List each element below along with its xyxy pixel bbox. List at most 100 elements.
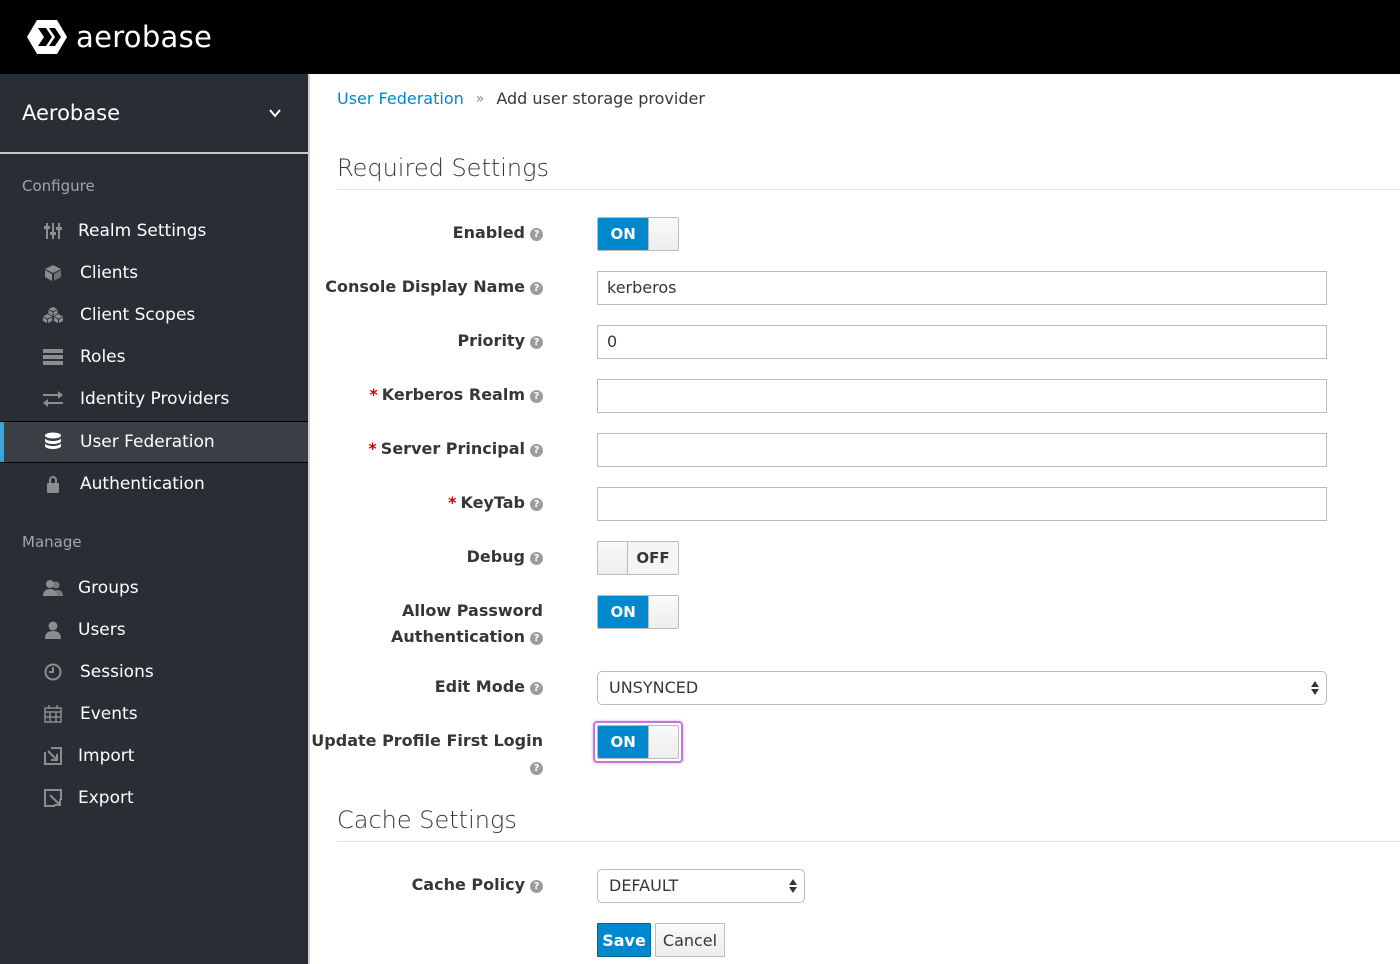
sidebar-item-label: Events xyxy=(80,704,138,724)
help-icon[interactable]: ? xyxy=(530,762,543,775)
sidebar-item-authentication[interactable]: Authentication xyxy=(0,464,308,504)
edit-mode-label: Edit Mode? xyxy=(435,674,543,700)
cubes-icon xyxy=(43,305,63,325)
server-principal-label: * Server Principal? xyxy=(368,436,543,462)
update-profile-first-login-label: Update Profile First Login? xyxy=(311,731,543,775)
realm-selector[interactable]: Aerobase xyxy=(0,74,308,154)
toggle-on-label: ON xyxy=(598,596,649,628)
sidebar-item-clients[interactable]: Clients xyxy=(0,253,308,293)
sidebar-item-roles[interactable]: Roles xyxy=(0,337,308,377)
chevron-down-icon xyxy=(269,109,281,118)
aerobase-logo-icon xyxy=(27,20,67,54)
main-content: User Federation » Add user storage provi… xyxy=(308,74,1400,964)
sidebar-item-label: Realm Settings xyxy=(78,221,207,241)
sidebar-item-export[interactable]: Export xyxy=(0,778,308,818)
sidebar-item-label: Client Scopes xyxy=(80,305,196,325)
sidebar-item-label: Authentication xyxy=(80,474,205,494)
cache-policy-label: Cache Policy? xyxy=(412,872,543,898)
sidebar-item-client-scopes[interactable]: Client Scopes xyxy=(0,295,308,335)
clock-icon xyxy=(43,662,63,682)
required-marker: * xyxy=(448,493,457,512)
sidebar-item-events[interactable]: Events xyxy=(0,694,308,734)
save-button[interactable]: Save xyxy=(597,923,651,957)
lock-icon xyxy=(43,474,63,494)
help-icon[interactable]: ? xyxy=(530,336,543,349)
sidebar-item-label: Export xyxy=(78,788,134,808)
sidebar-item-label: User Federation xyxy=(80,432,215,452)
list-icon xyxy=(43,347,63,367)
select-arrows-icon xyxy=(789,879,797,893)
toggle-knob xyxy=(648,596,678,628)
sidebar-item-import[interactable]: Import xyxy=(0,736,308,776)
configure-section-label: Configure xyxy=(22,177,95,195)
brand-logo[interactable]: aerobase xyxy=(26,18,212,56)
priority-input[interactable]: 0 xyxy=(597,325,1327,359)
help-icon[interactable]: ? xyxy=(530,880,543,893)
help-icon[interactable]: ? xyxy=(530,682,543,695)
toggle-knob xyxy=(598,542,628,574)
update-profile-first-login-toggle[interactable]: ON xyxy=(597,725,679,759)
realm-name: Aerobase xyxy=(22,101,120,125)
debug-toggle[interactable]: OFF xyxy=(597,541,679,575)
cache-policy-value: DEFAULT xyxy=(609,876,679,895)
server-principal-input[interactable] xyxy=(597,433,1327,467)
edit-mode-value: UNSYNCED xyxy=(609,678,699,697)
help-icon[interactable]: ? xyxy=(530,552,543,565)
sidebar-item-identity-providers[interactable]: Identity Providers xyxy=(0,379,308,419)
help-icon[interactable]: ? xyxy=(530,444,543,457)
sidebar-item-groups[interactable]: Groups xyxy=(0,568,308,608)
kerberos-realm-input[interactable] xyxy=(597,379,1327,413)
help-icon[interactable]: ? xyxy=(530,228,543,241)
sidebar-item-label: Import xyxy=(78,746,135,766)
sidebar-item-label: Groups xyxy=(78,578,139,598)
import-icon xyxy=(43,746,63,766)
sidebar: Aerobase Configure Realm Settings Client… xyxy=(0,74,308,964)
cancel-button[interactable]: Cancel xyxy=(655,923,725,957)
kerberos-realm-label: * Kerberos Realm? xyxy=(369,382,543,408)
allow-password-auth-toggle[interactable]: ON xyxy=(597,595,679,629)
keytab-input[interactable] xyxy=(597,487,1327,521)
help-icon[interactable]: ? xyxy=(530,498,543,511)
enabled-toggle[interactable]: ON xyxy=(597,217,679,251)
cache-settings-title: Cache Settings xyxy=(337,806,517,834)
keytab-label: * KeyTab? xyxy=(448,490,543,516)
breadcrumb-user-federation-link[interactable]: User Federation xyxy=(337,89,464,108)
section-divider xyxy=(337,841,1400,842)
sidebar-item-sessions[interactable]: Sessions xyxy=(0,652,308,692)
section-divider xyxy=(337,189,1400,190)
sidebar-item-user-federation[interactable]: User Federation xyxy=(0,421,308,463)
allow-password-auth-label: Allow Password Authentication? xyxy=(391,601,543,646)
toggle-on-label: ON xyxy=(598,726,649,758)
sidebar-item-label: Sessions xyxy=(80,662,154,682)
toggle-knob xyxy=(648,726,678,758)
sidebar-item-realm-settings[interactable]: Realm Settings xyxy=(0,211,308,251)
cube-icon xyxy=(43,263,63,283)
sidebar-item-users[interactable]: Users xyxy=(0,610,308,650)
sidebar-item-label: Roles xyxy=(80,347,126,367)
debug-label: Debug? xyxy=(467,544,543,570)
exchange-icon xyxy=(43,389,63,409)
sidebar-item-label: Clients xyxy=(80,263,139,283)
sliders-icon xyxy=(43,221,63,241)
console-display-name-input[interactable]: kerberos xyxy=(597,271,1327,305)
toggle-knob xyxy=(648,218,678,250)
user-icon xyxy=(43,620,63,640)
export-icon xyxy=(43,788,63,808)
breadcrumb: User Federation » Add user storage provi… xyxy=(337,89,705,108)
sidebar-item-label: Users xyxy=(78,620,126,640)
help-icon[interactable]: ? xyxy=(530,390,543,403)
manage-section-label: Manage xyxy=(22,533,82,551)
top-navbar: aerobase xyxy=(0,0,1400,74)
calendar-icon xyxy=(43,704,63,724)
required-settings-title: Required Settings xyxy=(337,154,550,182)
toggle-on-label: ON xyxy=(598,218,649,250)
users-icon xyxy=(43,578,63,598)
edit-mode-select[interactable]: UNSYNCED xyxy=(597,671,1327,705)
breadcrumb-current: Add user storage provider xyxy=(496,89,705,108)
help-icon[interactable]: ? xyxy=(530,632,543,645)
cache-policy-select[interactable]: DEFAULT xyxy=(597,869,805,903)
help-icon[interactable]: ? xyxy=(530,282,543,295)
console-display-name-label: Console Display Name? xyxy=(325,274,543,300)
select-arrows-icon xyxy=(1311,681,1319,695)
sidebar-item-label: Identity Providers xyxy=(80,389,230,409)
